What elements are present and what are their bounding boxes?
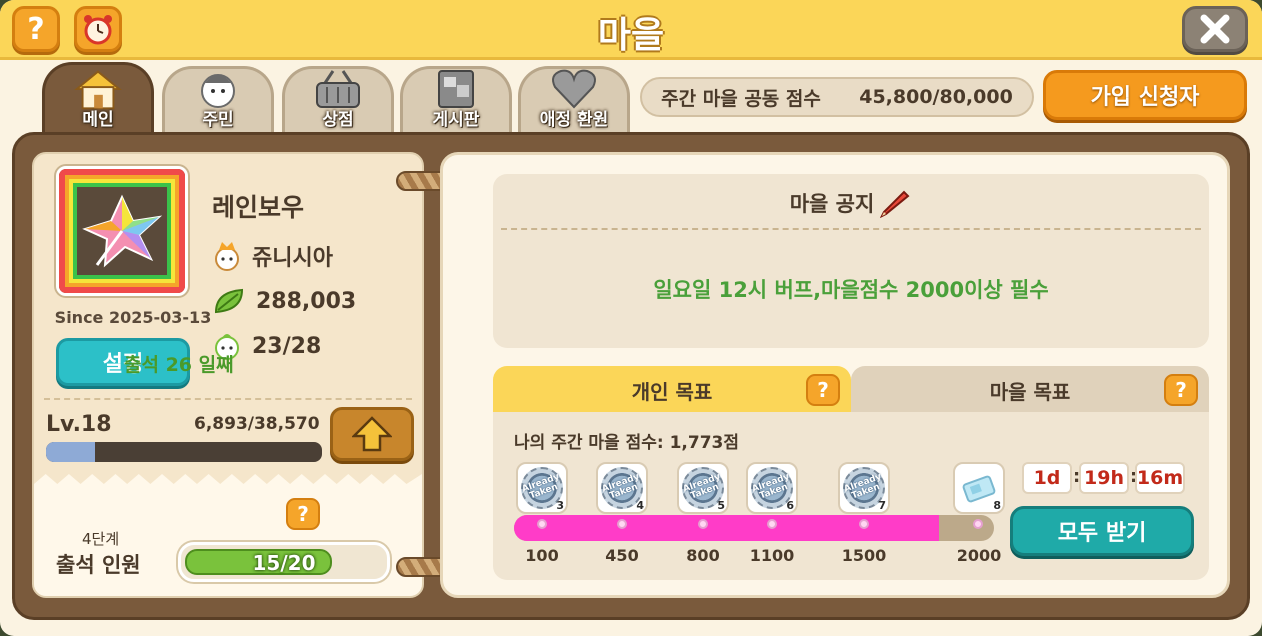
milestone-label: 2000 xyxy=(956,546,1002,565)
question-icon: ? xyxy=(297,502,309,526)
notice-box: 마을 공지 일요일 12시 버프,마을점수 2000이상 필수 xyxy=(493,174,1209,348)
milestone-dot xyxy=(859,519,869,529)
pencil-icon[interactable] xyxy=(880,188,912,218)
milestone-dot xyxy=(698,519,708,529)
village-window: ? 마을 메인 주민 상점 게시판 애정 환원 주간 마을 공동 점수 45,8… xyxy=(0,0,1262,636)
timer-hours: 19h xyxy=(1079,462,1129,494)
level-up-button[interactable] xyxy=(330,407,414,461)
reward-800[interactable]: Already Taken 5 xyxy=(677,462,729,514)
window-title: 마을 xyxy=(597,15,665,56)
tab-personal-goal[interactable]: 개인 목표 xyxy=(493,366,851,414)
rainbow-leaf-icon xyxy=(59,169,185,293)
attendance-days: 출석 26 일째 xyxy=(124,354,234,376)
tab-label: 개인 목표 xyxy=(631,379,713,404)
milestone-dot xyxy=(537,519,547,529)
personal-goal-help-button[interactable]: ? xyxy=(806,374,840,406)
experience-value: 6,893/38,570 xyxy=(194,414,320,434)
milestone-dot xyxy=(973,519,983,529)
milestone-label: 100 xyxy=(525,546,559,565)
tab-village-goal[interactable]: 마을 목표 xyxy=(851,366,1209,414)
tab-label: 상점 xyxy=(322,110,354,130)
reward-count: 6 xyxy=(786,499,794,512)
reward-450[interactable]: Already Taken 4 xyxy=(596,462,648,514)
tab-label: 메인 xyxy=(82,110,114,130)
reward-1500[interactable]: Already Taken 7 xyxy=(838,462,890,514)
tab-label: 주민 xyxy=(202,110,234,130)
ticket-icon xyxy=(962,475,996,503)
experience-bar xyxy=(46,442,322,462)
close-button[interactable] xyxy=(1182,6,1248,52)
leader-crown-icon xyxy=(215,242,239,271)
question-icon: ? xyxy=(1175,378,1187,402)
tab-affection-refund[interactable]: 애정 환원 xyxy=(518,66,630,134)
tab-main[interactable]: 메인 xyxy=(42,62,154,134)
tab-shop[interactable]: 상점 xyxy=(282,66,394,134)
goal-progress-bar xyxy=(514,515,994,541)
points-row: 288,003 xyxy=(212,286,356,316)
divider xyxy=(44,398,412,400)
tab-label: 게시판 xyxy=(432,110,480,130)
attendance-stage: 4단계 xyxy=(82,530,120,548)
timer-days: 1d xyxy=(1022,462,1072,494)
header-bar: ? 마을 xyxy=(0,0,1262,60)
tab-label: 애정 환원 xyxy=(539,110,609,130)
reward-1100[interactable]: Already Taken 6 xyxy=(746,462,798,514)
notice-title: 마을 공지 xyxy=(789,192,875,216)
milestone-dot xyxy=(617,519,627,529)
weekly-score-value: 45,800/80,000 xyxy=(859,86,1013,108)
reward-count: 8 xyxy=(993,499,1001,512)
village-name: 레인보우 xyxy=(212,193,305,222)
village-emblem xyxy=(56,166,188,296)
arrow-up-icon xyxy=(352,416,392,452)
notice-text: 일요일 12시 버프,마을점수 2000이상 필수 xyxy=(653,278,1049,302)
weekly-score-label: 주간 마을 공동 점수 xyxy=(661,87,821,110)
milestone-label: 1100 xyxy=(749,546,795,565)
tab-board[interactable]: 게시판 xyxy=(400,66,512,134)
reward-count: 5 xyxy=(717,499,725,512)
attendance-bar: 15/20 xyxy=(178,542,390,582)
notice-header: 마을 공지 xyxy=(493,188,1209,218)
tab-label: 마을 목표 xyxy=(989,379,1071,404)
leader-row: 쥬니시아 xyxy=(212,240,333,272)
attendance-help-button[interactable]: ? xyxy=(286,498,320,530)
close-icon xyxy=(1200,14,1230,44)
attendance-count: 15/20 xyxy=(252,551,316,575)
reward-2000[interactable]: 8 xyxy=(953,462,1005,514)
milestone-label: 450 xyxy=(605,546,639,565)
milestone-dot xyxy=(767,519,777,529)
since-date: Since 2025-03-13 xyxy=(54,308,212,327)
weekly-village-score: 주간 마을 공동 점수 45,800/80,000 xyxy=(640,77,1034,117)
milestone-label: 800 xyxy=(686,546,720,565)
reward-100[interactable]: Already Taken 3 xyxy=(516,462,568,514)
goal-progress-fill xyxy=(514,515,940,541)
attendance-label: 출석 인원 xyxy=(56,553,141,577)
claim-all-button[interactable]: 모두 받기 xyxy=(1010,506,1194,556)
milestone-label: 1500 xyxy=(841,546,887,565)
reward-count: 7 xyxy=(878,499,886,512)
member-count: 23/28 xyxy=(252,333,322,359)
village-points: 288,003 xyxy=(256,288,357,314)
my-weekly-score: 나의 주간 마을 점수: 1,773점 xyxy=(514,433,740,453)
experience-fill xyxy=(46,442,96,462)
reward-count: 4 xyxy=(636,499,644,512)
village-goal-help-button[interactable]: ? xyxy=(1164,374,1198,406)
reward-count: 3 xyxy=(556,499,564,512)
village-level: Lv.18 xyxy=(46,412,112,437)
notice-divider xyxy=(501,228,1201,230)
timer-minutes: 16m xyxy=(1135,462,1185,494)
tab-residents[interactable]: 주민 xyxy=(162,66,274,134)
leader-name: 쥬니시아 xyxy=(252,246,333,271)
question-icon: ? xyxy=(817,378,829,402)
join-applicants-button[interactable]: 가입 신청자 xyxy=(1043,70,1247,120)
